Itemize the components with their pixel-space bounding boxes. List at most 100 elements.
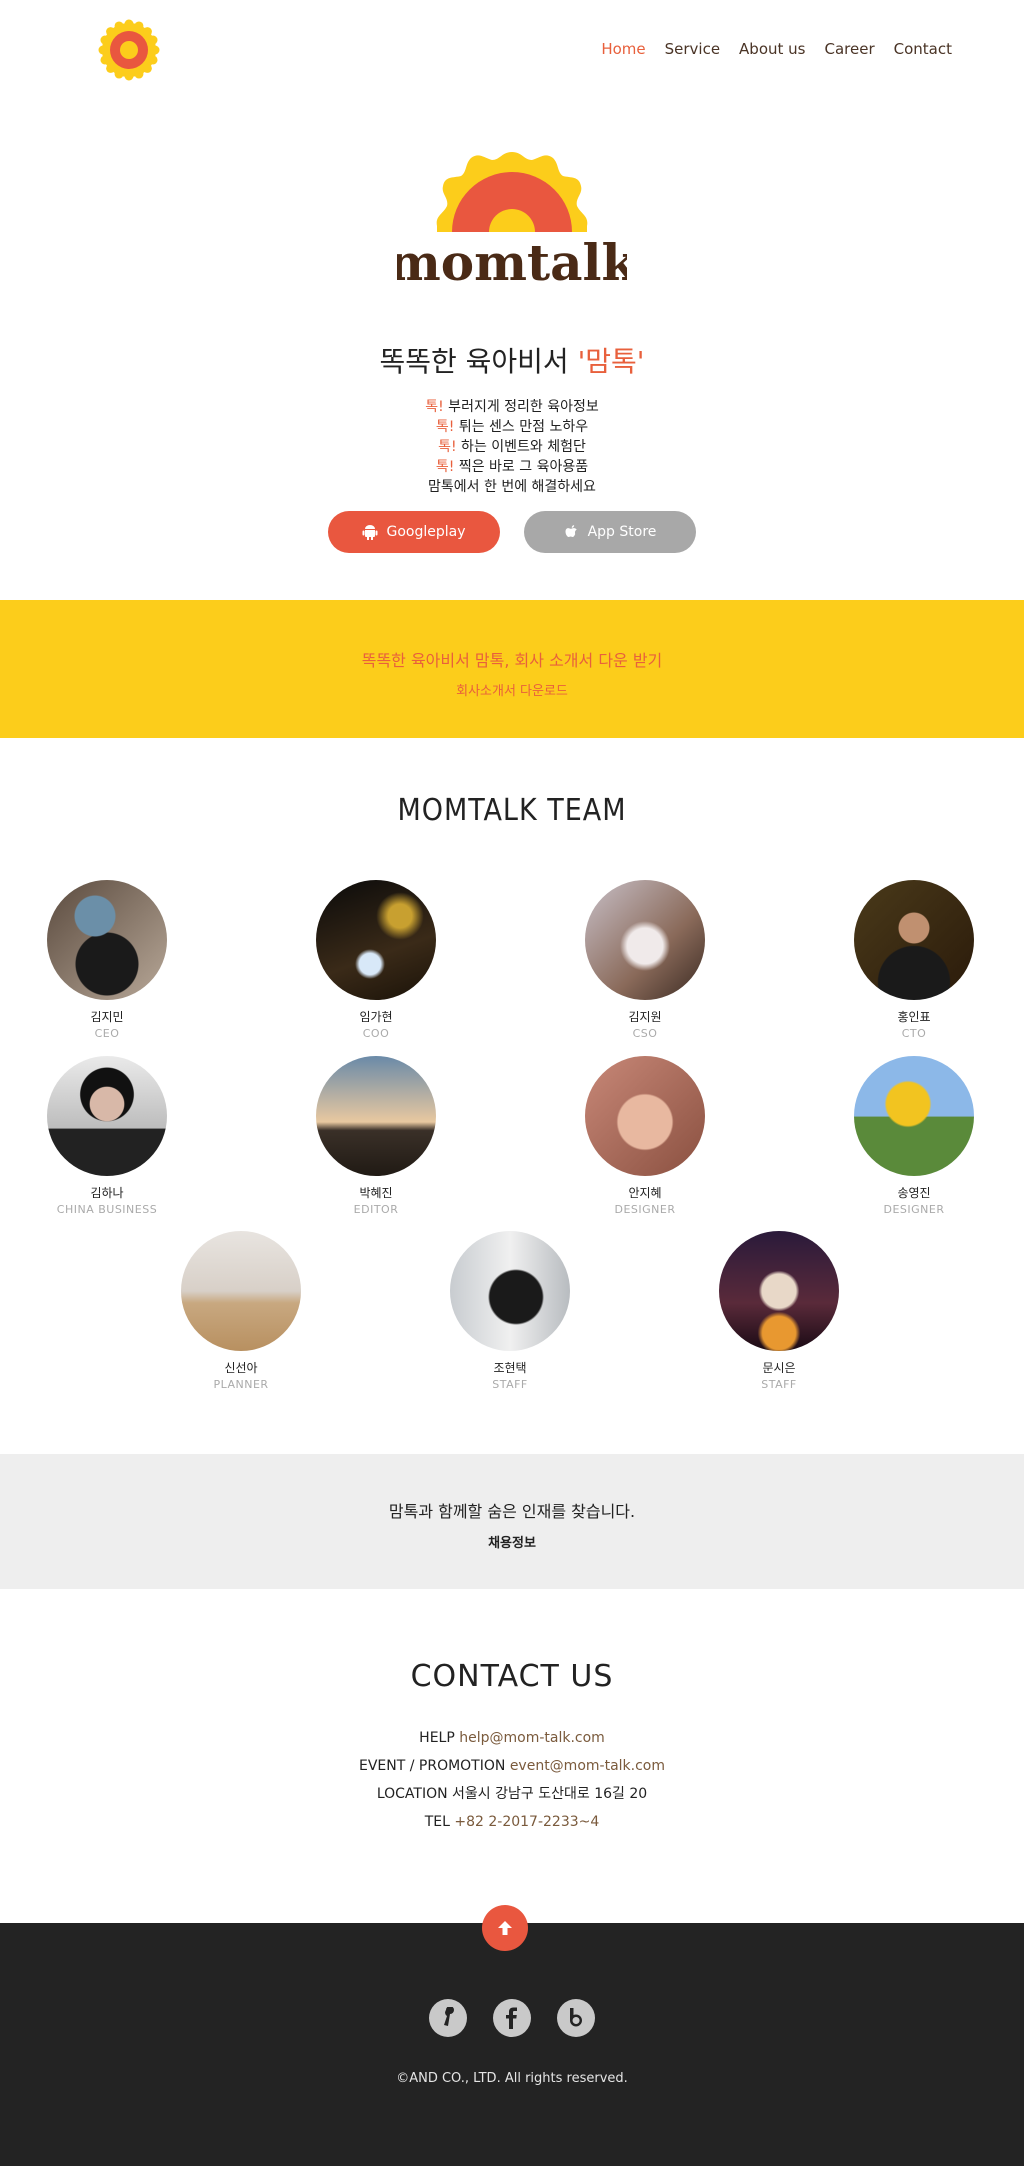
member-name: 임가현	[359, 1010, 393, 1024]
tagline-prefix: 똑똑한 육아비서	[379, 345, 578, 378]
blog-glyph	[570, 2008, 582, 2027]
career-band: 맘톡과 함께할 숨은 인재를 찾습니다. 채용정보	[0, 1454, 1024, 1589]
download-buttons: Googleplay App Store	[0, 511, 1024, 553]
copyright-text: ©AND CO., LTD. All rights reserved.	[396, 2071, 628, 2086]
member-name: 문시은	[762, 1361, 796, 1375]
brand-wordmark: momtalk	[397, 233, 627, 292]
contact-heading: CONTACT US	[410, 1659, 614, 1694]
contact-section: CONTACT US HELP help@mom-talk.com EVENT …	[0, 1589, 1024, 1923]
feature-text: 맘톡에서 한 번에 해결하세요	[428, 479, 596, 495]
intro-title: 똑똑한 육아비서 맘톡, 회사 소개서 다운 받기	[361, 651, 663, 670]
googleplay-label: Googleplay	[386, 524, 466, 540]
team-member: 김지민 CEO	[17, 880, 197, 1040]
appstore-button[interactable]: App Store	[524, 511, 696, 553]
nav-about-us[interactable]: About us	[739, 40, 805, 58]
facebook-icon[interactable]	[493, 1999, 531, 2037]
sun-ray	[114, 21, 124, 31]
sun-ray	[106, 63, 116, 73]
member-photo	[854, 880, 974, 1000]
career-title: 맘톡과 함께할 숨은 인재를 찾습니다.	[388, 1502, 636, 1521]
member-photo	[719, 1231, 839, 1351]
member-role: CHINA BUSINESS	[56, 1203, 158, 1216]
help-email-link[interactable]: help@mom-talk.com	[459, 1730, 605, 1746]
team-member: 홍인표 CTO	[824, 880, 1004, 1040]
facebook-glyph	[506, 2007, 517, 2029]
member-name: 김하나	[90, 1186, 124, 1200]
hero-section: momtalk 똑똑한 육아비서 '맘톡' 톡! 부러지게 정리한 육아정보 톡…	[0, 104, 1024, 600]
nav-home[interactable]: Home	[601, 40, 645, 58]
feature-item: 톡! 부러지게 정리한 육아정보	[0, 397, 1024, 417]
nav-contact[interactable]: Contact	[894, 40, 952, 58]
tel-label: TEL	[424, 1814, 450, 1830]
sun-ray	[100, 35, 110, 45]
feature-highlight: 톡!	[435, 459, 455, 475]
blog-icon[interactable]	[557, 1999, 595, 2037]
scroll-to-top-button[interactable]	[482, 1905, 528, 1951]
help-label: HELP	[419, 1730, 455, 1746]
intro-download-link[interactable]: 회사소개서 다운로드	[456, 680, 568, 699]
kakao-story-icon[interactable]	[429, 1999, 467, 2037]
team-member: 문시은 STAFF	[689, 1231, 869, 1391]
feature-text: 부러지게 정리한 육아정보	[443, 399, 599, 415]
header: Home Service About us Career Contact	[0, 0, 1024, 104]
sun-ray	[106, 27, 116, 37]
member-photo	[316, 1056, 436, 1176]
googleplay-button[interactable]: Googleplay	[328, 511, 500, 553]
location-label: LOCATION	[376, 1786, 448, 1802]
tel-value: +82 2-2017-2233~4	[454, 1814, 600, 1830]
member-role: DESIGNER	[614, 1203, 676, 1216]
feature-list: 톡! 부러지게 정리한 육아정보 톡! 튀는 센스 만점 노하우 톡! 하는 이…	[0, 397, 1024, 497]
member-photo	[47, 880, 167, 1000]
feature-item: 맘톡에서 한 번에 해결하세요	[0, 477, 1024, 497]
team-member: 김지원 CSO	[555, 880, 735, 1040]
member-name: 송영진	[897, 1186, 931, 1200]
kakao-story-glyph	[444, 2007, 454, 2026]
member-role: PLANNER	[213, 1378, 269, 1391]
nav-career[interactable]: Career	[825, 40, 875, 58]
event-email-link[interactable]: event@mom-talk.com	[510, 1758, 665, 1774]
feature-highlight: 톡!	[425, 399, 444, 415]
hero-tagline: 똑똑한 육아비서 '맘톡'	[0, 340, 1024, 382]
member-photo	[585, 1056, 705, 1176]
team-member: 박혜진 EDITOR	[286, 1056, 466, 1216]
member-photo	[854, 1056, 974, 1176]
member-name: 조현택	[493, 1361, 527, 1375]
member-role: CSO	[632, 1027, 658, 1040]
member-photo	[47, 1056, 167, 1176]
main-nav: Home Service About us Career Contact	[601, 40, 952, 58]
logo-sun-icon[interactable]	[98, 19, 160, 81]
sun-ray	[134, 69, 144, 79]
career-link[interactable]: 채용정보	[488, 1532, 536, 1551]
android-icon	[362, 525, 378, 540]
member-photo	[181, 1231, 301, 1351]
member-role: STAFF	[761, 1378, 797, 1391]
member-role: CTO	[901, 1027, 927, 1040]
feature-highlight: 톡!	[435, 419, 455, 435]
sun-ray	[124, 19, 134, 29]
feature-item: 톡! 튀는 센스 만점 노하우	[0, 417, 1024, 437]
team-member: 김하나 CHINA BUSINESS	[17, 1056, 197, 1216]
sun-ray	[134, 21, 144, 31]
feature-text: 찍은 바로 그 육아용품	[454, 459, 589, 475]
team-section: MOMTALK TEAM 김지민 CEO 임가현 COO 김지원 CSO 홍인표…	[0, 738, 1024, 1454]
sun-ray	[124, 71, 134, 81]
feature-text: 튀는 센스 만점 노하우	[454, 419, 589, 435]
member-role: EDITOR	[353, 1203, 399, 1216]
team-member: 안지혜 DESIGNER	[555, 1056, 735, 1216]
sun-ray	[142, 27, 152, 37]
sun-ray	[98, 45, 108, 55]
sun-ray	[150, 45, 160, 55]
team-member: 임가현 COO	[286, 880, 466, 1040]
sun-ray	[148, 35, 158, 45]
arrow-up-icon	[498, 1921, 512, 1935]
member-photo	[316, 880, 436, 1000]
nav-service[interactable]: Service	[665, 40, 720, 58]
team-member: 조현택 STAFF	[420, 1231, 600, 1391]
feature-item: 톡! 하는 이벤트와 체험단	[0, 437, 1024, 457]
tagline-brand: '맘톡'	[577, 345, 645, 378]
contact-lines: HELP help@mom-talk.com EVENT / PROMOTION…	[0, 1724, 1024, 1836]
member-name: 홍인표	[897, 1010, 931, 1024]
apple-icon	[565, 525, 577, 537]
contact-event: EVENT / PROMOTION event@mom-talk.com	[0, 1752, 1024, 1780]
social-links	[0, 1999, 1024, 2037]
